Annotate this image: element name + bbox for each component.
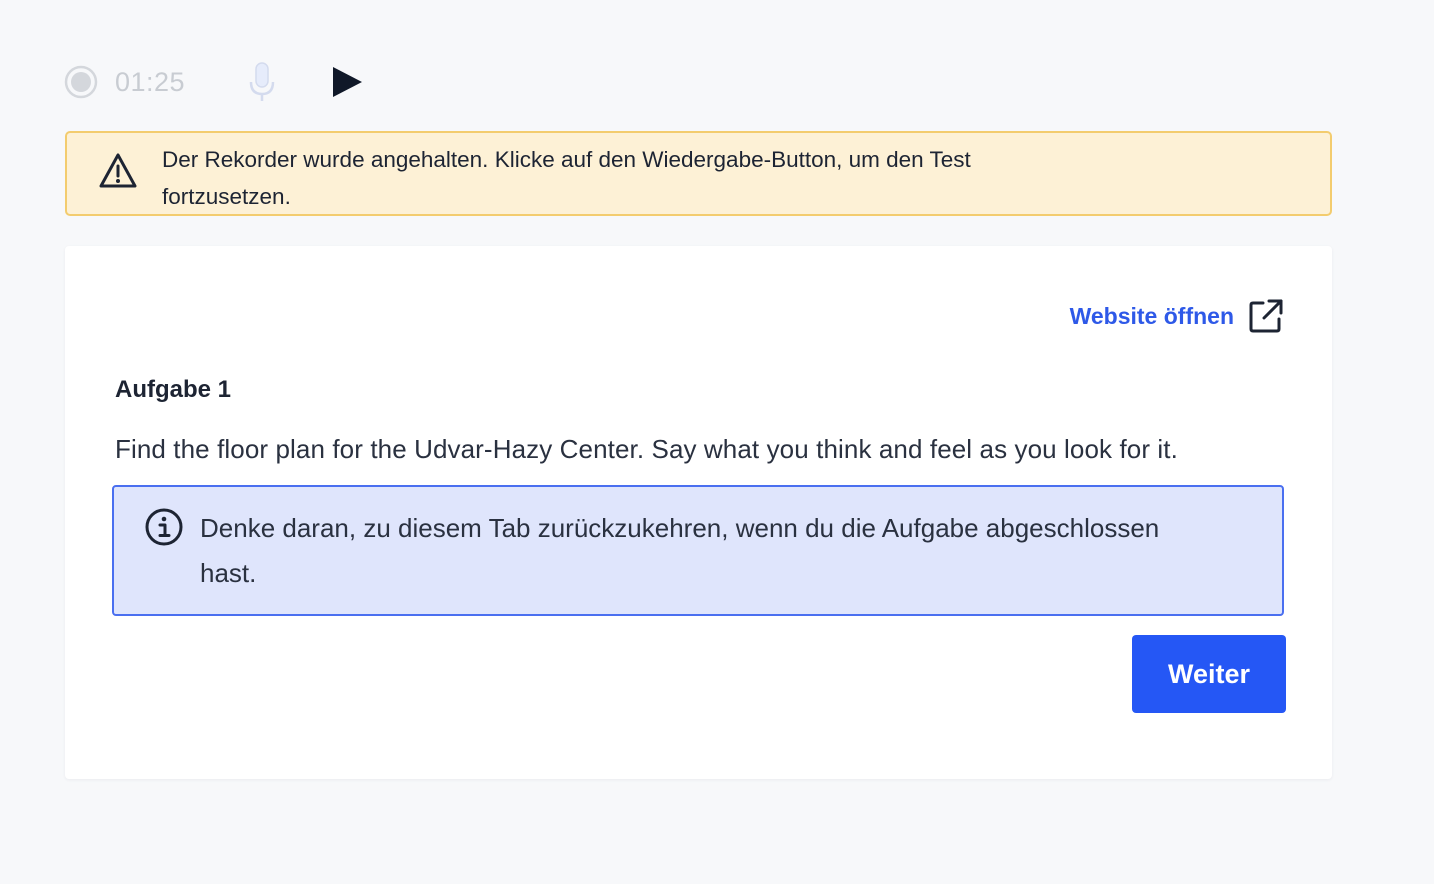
- recording-timer: 01:25: [115, 66, 186, 97]
- recorder-paused-warning: Der Rekorder wurde angehalten. Klicke au…: [65, 131, 1332, 216]
- recorder-toolbar: 01:25: [64, 60, 365, 104]
- microphone-icon: [249, 62, 275, 101]
- record-icon: [64, 65, 98, 99]
- play-icon: [333, 67, 363, 97]
- info-reminder: Denke daran, zu diesem Tab zurückzukehre…: [112, 485, 1284, 616]
- info-icon: [145, 508, 183, 546]
- warning-message: Der Rekorder wurde angehalten. Klicke au…: [162, 147, 971, 209]
- play-button[interactable]: [329, 64, 365, 100]
- open-website-label: Website öffnen: [1069, 302, 1234, 329]
- task-description: Find the floor plan for the Udvar-Hazy C…: [115, 434, 1178, 464]
- external-link-icon: [1249, 299, 1283, 333]
- info-message: Denke daran, zu diesem Tab zurückzukehre…: [200, 513, 1160, 588]
- open-website-link[interactable]: Website öffnen: [1070, 298, 1284, 334]
- warning-triangle-icon: [99, 153, 137, 188]
- task-card: Website öffnen Aufgabe 1 Find the floor …: [65, 246, 1332, 779]
- next-button[interactable]: Weiter: [1132, 635, 1286, 713]
- task-title: Aufgabe 1: [115, 376, 232, 403]
